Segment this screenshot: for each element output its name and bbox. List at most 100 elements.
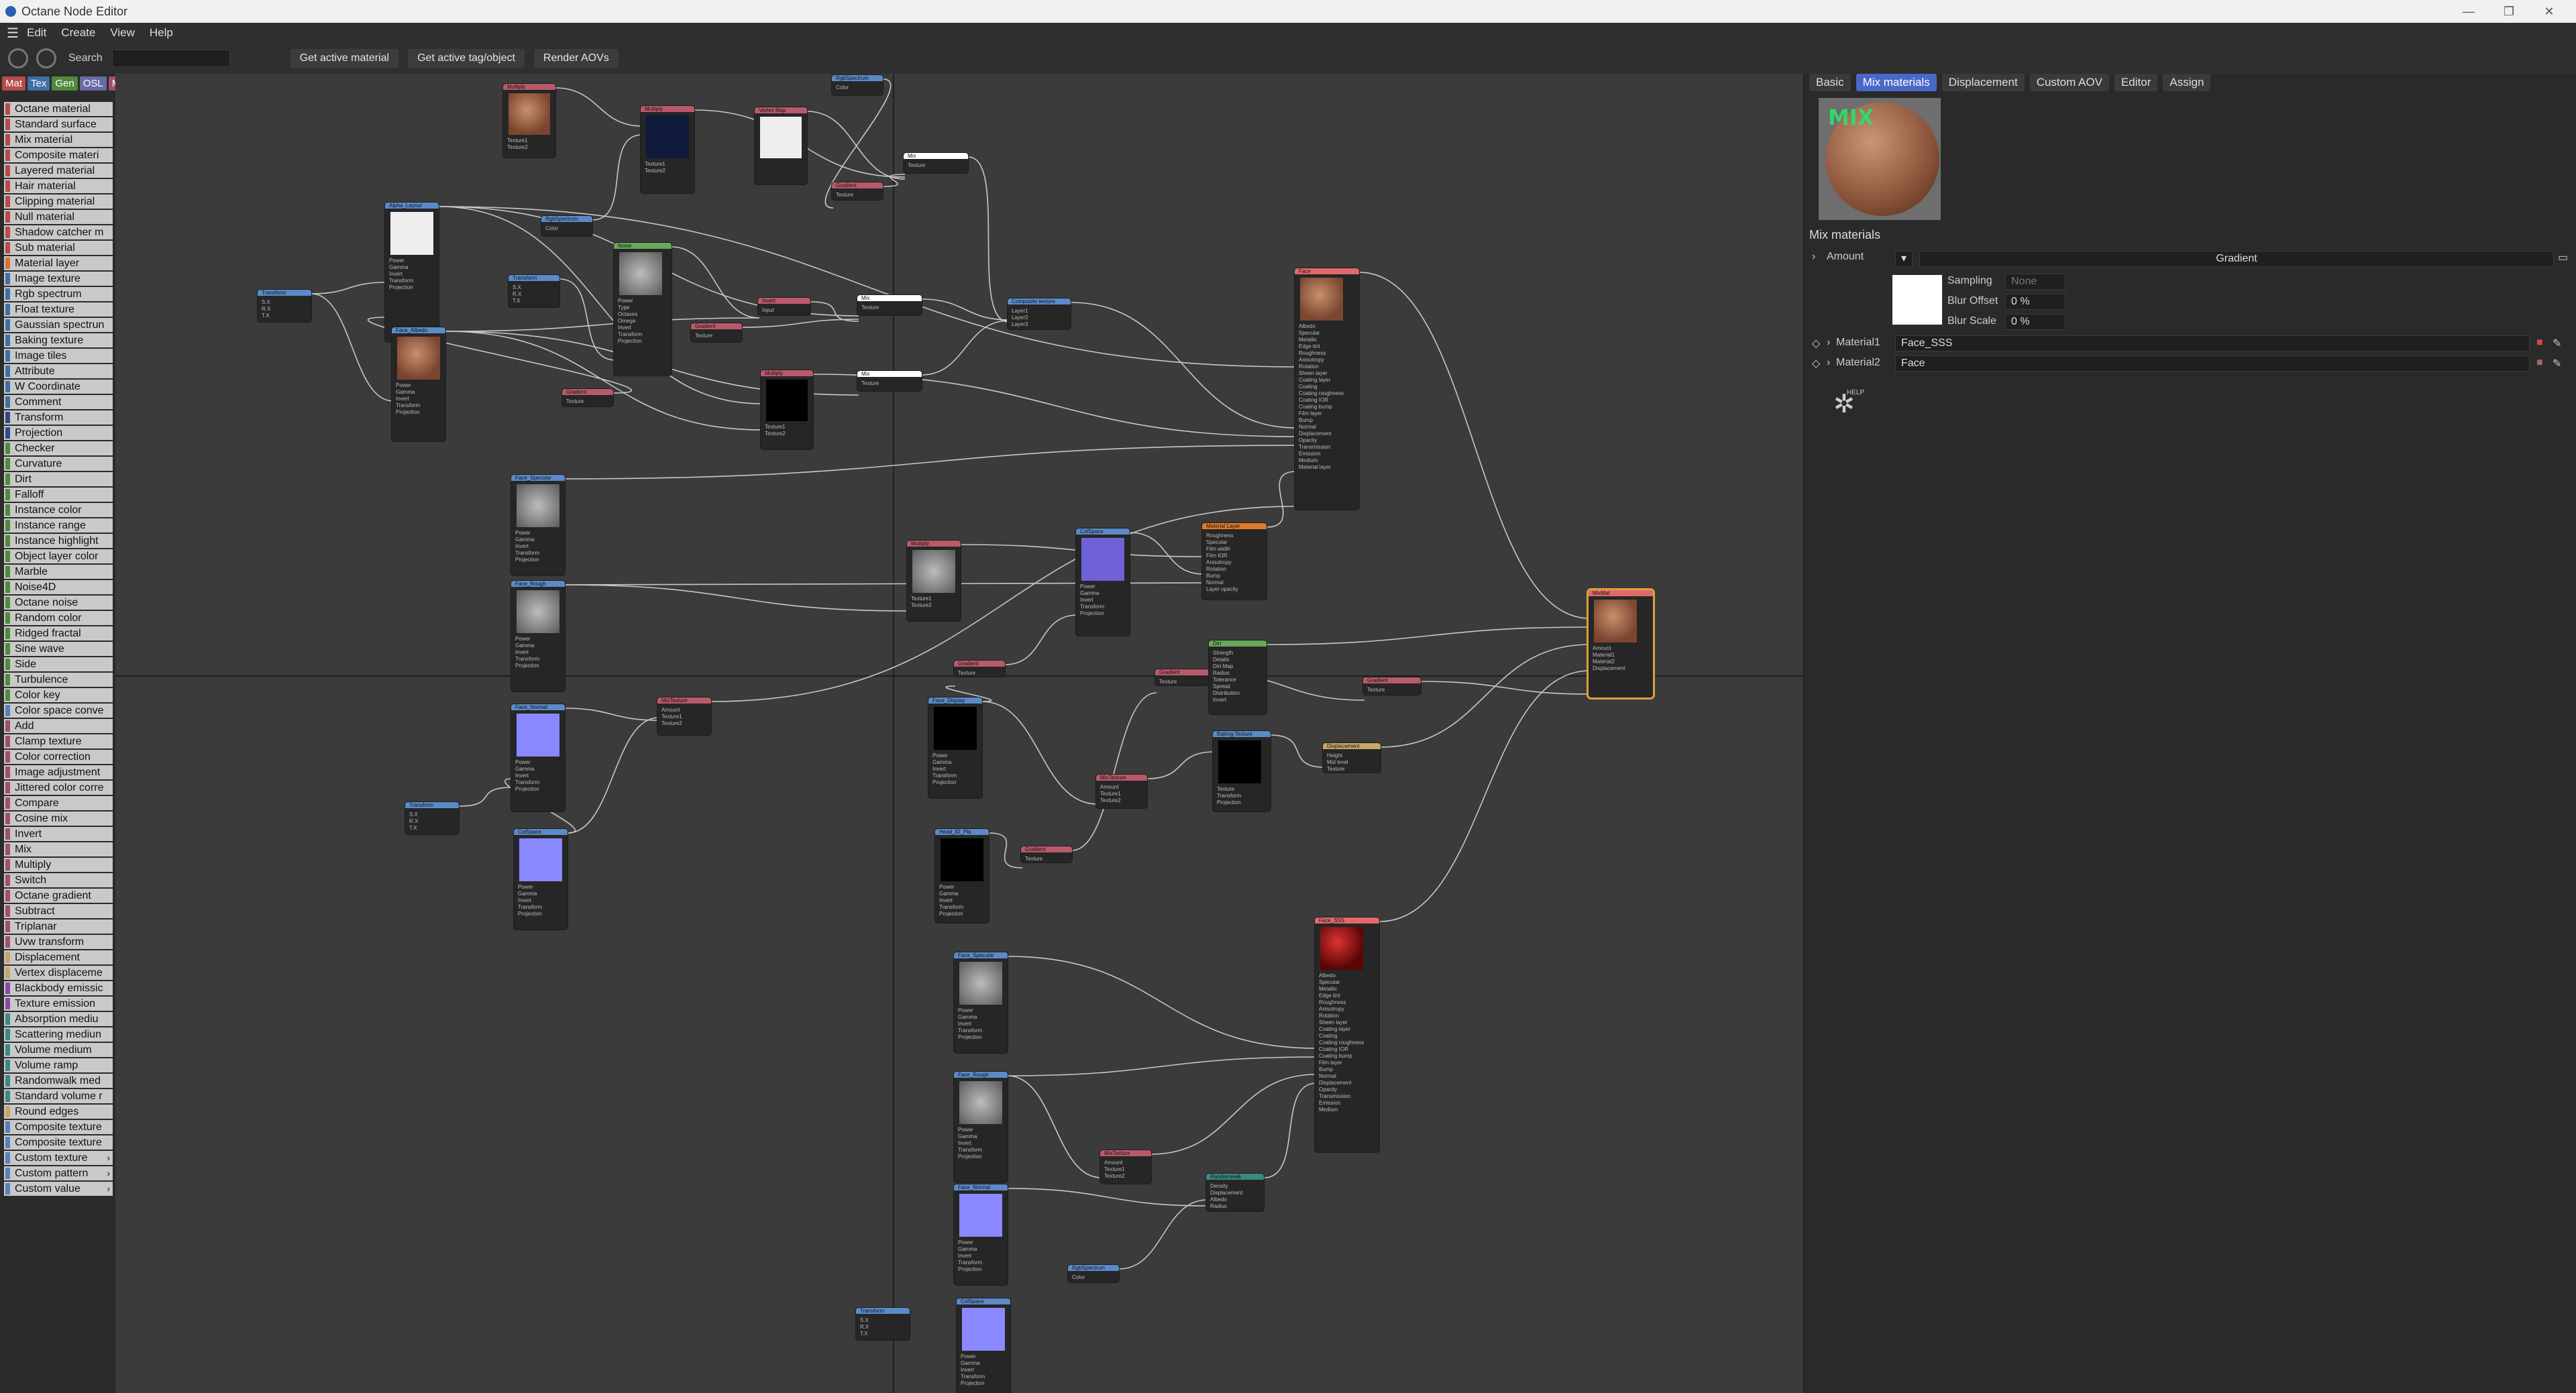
node-pin-label[interactable]: Texture1: [911, 596, 932, 602]
node-pin-label[interactable]: Texture1: [661, 714, 682, 720]
node-list-item[interactable]: Projection: [4, 426, 113, 440]
node-list-item[interactable]: Octane material: [4, 102, 113, 116]
node-list-item[interactable]: Composite materi: [4, 148, 113, 162]
search-input[interactable]: [111, 50, 230, 67]
node-wire[interactable]: [741, 319, 859, 328]
node-pin-label[interactable]: Color: [1072, 1274, 1085, 1281]
node-wire[interactable]: [1007, 1056, 1317, 1076]
node-wire[interactable]: [1150, 1074, 1317, 1155]
node-list-item[interactable]: Displacement: [4, 950, 113, 964]
node-pin-label[interactable]: Anisotropy: [1319, 1006, 1364, 1013]
node-list-item[interactable]: Object layer color: [4, 549, 113, 563]
node-pin-label[interactable]: Power: [396, 382, 420, 389]
node-pin-label[interactable]: Projection: [515, 786, 539, 793]
material1-picker-icon[interactable]: ✎: [2553, 337, 2561, 350]
node-pin-label[interactable]: Film IOR: [1206, 553, 1238, 559]
node-pin-label[interactable]: Sheen layer: [1319, 1019, 1364, 1026]
node-pin-label[interactable]: Texture2: [1104, 1173, 1125, 1180]
node-list-item[interactable]: Noise4D: [4, 580, 113, 594]
node-pin-label[interactable]: Mid level: [1327, 759, 1348, 766]
node-pin-label[interactable]: Displacement: [1593, 665, 1625, 672]
node-list-item[interactable]: Randomwalk med: [4, 1074, 113, 1088]
node-list-item[interactable]: Marble: [4, 565, 113, 579]
node-pin-label[interactable]: Coating bump: [1319, 1053, 1364, 1060]
node-list-item[interactable]: Shadow catcher m: [4, 225, 113, 239]
node-pin-label[interactable]: Bump: [1319, 1066, 1364, 1073]
node-pin-label[interactable]: Metallic: [1299, 337, 1344, 343]
chevron-right-icon[interactable]: ›: [107, 1182, 110, 1196]
node-pin-label[interactable]: Invert: [958, 1021, 982, 1027]
node-pin-label[interactable]: Distribution: [1213, 690, 1240, 697]
folder-icon[interactable]: ▭: [2558, 251, 2568, 264]
node-pin-label[interactable]: Roughness: [1319, 999, 1364, 1006]
node-list-item[interactable]: Color correction: [4, 750, 113, 764]
node-pin-label[interactable]: T.X: [513, 298, 521, 304]
node-pin-label[interactable]: Film width: [1206, 546, 1238, 553]
graph-node[interactable]: Displacement Height Mid level Texture: [1323, 743, 1381, 773]
graph-node[interactable]: ColSpace Power Gamma Invert Transform Project…: [957, 1298, 1010, 1393]
node-pin-label[interactable]: Texture1: [1100, 791, 1121, 797]
node-pin-label[interactable]: Specular: [1319, 979, 1364, 986]
graph-node[interactable]: Transform S.X R.X T.X: [508, 275, 559, 307]
node-pin-label[interactable]: Displacement: [1319, 1080, 1364, 1086]
node-pin-label[interactable]: Gamma: [515, 643, 539, 649]
node-pin-label[interactable]: Amount: [1593, 645, 1625, 652]
node-wire[interactable]: [1420, 681, 1591, 695]
graph-node[interactable]: Material Layer Roughness Specular Film widt…: [1202, 523, 1267, 600]
node-pin-label[interactable]: Projection: [958, 1154, 982, 1160]
node-pin-label[interactable]: Gamma: [396, 389, 420, 396]
node-pin-label[interactable]: Projection: [518, 911, 542, 917]
node-wire[interactable]: [671, 246, 760, 319]
node-pin-label[interactable]: Amount: [661, 707, 682, 714]
graph-node[interactable]: Transform S.X R.X T.X: [258, 290, 311, 322]
node-wire[interactable]: [1266, 471, 1297, 528]
node-pin-label[interactable]: Projection: [961, 1380, 985, 1387]
node-wire[interactable]: [1118, 1199, 1208, 1270]
graph-node[interactable]: MixTexture Amount Texture1 Texture2: [1100, 1150, 1151, 1184]
graph-node[interactable]: Mix Texture: [904, 153, 968, 173]
node-pin-label[interactable]: Bump: [1206, 573, 1238, 579]
material1-link-icon[interactable]: ■: [2536, 337, 2543, 349]
node-list-item[interactable]: Uvw transform: [4, 935, 113, 949]
node-list-item[interactable]: Invert: [4, 827, 113, 841]
menu-help[interactable]: Help: [150, 26, 173, 40]
node-pin-label[interactable]: Octaves: [618, 311, 642, 318]
node-pin-label[interactable]: Displacement: [1299, 431, 1344, 437]
node-pin-label[interactable]: S.X: [262, 299, 270, 306]
close-button[interactable]: ✕: [2529, 0, 2569, 23]
node-list-item[interactable]: Vertex displaceme: [4, 966, 113, 980]
node-pin-label[interactable]: T.X: [262, 313, 270, 319]
render-aovs-button[interactable]: Render AOVs: [533, 49, 619, 68]
node-pin-label[interactable]: Coating roughness: [1319, 1040, 1364, 1046]
node-pin-label[interactable]: Normal: [1319, 1073, 1364, 1080]
graph-node[interactable]: Vertex Map: [755, 107, 807, 184]
node-pin-label[interactable]: Texture: [1159, 679, 1177, 685]
node-pin-label[interactable]: Projection: [1080, 610, 1104, 617]
node-list-item[interactable]: Instance highlight: [4, 534, 113, 548]
graph-node[interactable]: Face_Specular Power Gamma Invert Transform Pr…: [511, 475, 565, 575]
node-pin-label[interactable]: Projection: [1217, 799, 1241, 806]
node-pin-label[interactable]: Projection: [939, 911, 963, 917]
graph-node[interactable]: Gradient Texture: [562, 389, 613, 406]
node-wire[interactable]: [921, 298, 1010, 321]
category-tab-mat[interactable]: Mat: [2, 76, 26, 91]
node-pin-label[interactable]: Projection: [396, 409, 420, 416]
tab-custom-aov[interactable]: Custom AOV: [2029, 74, 2109, 91]
node-pin-label[interactable]: Projection: [932, 779, 957, 786]
graph-node[interactable]: RgbSpectrum Color: [1068, 1265, 1119, 1282]
node-pin-label[interactable]: Material2: [1593, 659, 1625, 665]
node-wire[interactable]: [988, 832, 1023, 869]
graph-node[interactable]: Gradient Texture: [691, 323, 742, 342]
node-pin-label[interactable]: R.X: [262, 306, 270, 313]
node-pin-label[interactable]: Emission: [1299, 451, 1344, 457]
node-list-item[interactable]: Octane noise: [4, 596, 113, 610]
category-tab-osl[interactable]: OSL: [79, 76, 107, 91]
node-pin-label[interactable]: Gamma: [958, 1014, 982, 1021]
node-pin-label[interactable]: Rotation: [1319, 1013, 1364, 1019]
node-list-item[interactable]: Layered material: [4, 164, 113, 178]
material1-diamond-icon[interactable]: ◇: [1812, 337, 1820, 350]
graph-node[interactable]: Dirt Strength Details Dirt Map Radius Toleran…: [1209, 640, 1267, 714]
node-list-item[interactable]: Transform: [4, 410, 113, 425]
graph-node[interactable]: Gradient Texture: [1021, 846, 1072, 862]
node-wire[interactable]: [1004, 614, 1078, 665]
